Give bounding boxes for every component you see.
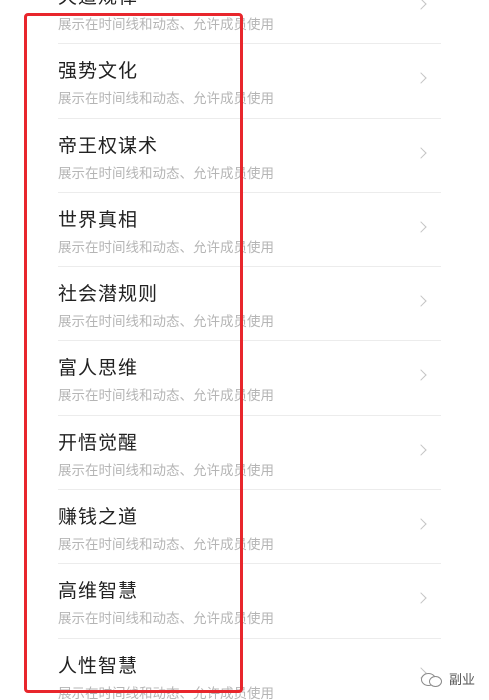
item-subtitle: 展示在时间线和动态、允许成员使用: [58, 611, 274, 628]
list-item[interactable]: 世界真相 展示在时间线和动态、允许成员使用: [0, 193, 489, 268]
topic-list-screen: 天道规律 展示在时间线和动态、允许成员使用 强势文化 展示在时间线和动态、允许成…: [0, 0, 489, 700]
watermark-text: 副业: [448, 673, 475, 688]
list-item[interactable]: 赚钱之道 展示在时间线和动态、允许成员使用: [0, 490, 489, 565]
item-subtitle: 展示在时间线和动态、允许成员使用: [58, 239, 274, 256]
item-subtitle: 展示在时间线和动态、允许成员使用: [58, 17, 274, 33]
item-subtitle: 展示在时间线和动态、允许成员使用: [58, 537, 274, 554]
item-subtitle: 展示在时间线和动态、允许成员使用: [58, 685, 274, 700]
list-item[interactable]: 社会潜规则 展示在时间线和动态、允许成员使用: [0, 267, 489, 342]
chevron-right-icon: [415, 146, 427, 159]
item-subtitle: 展示在时间线和动态、允许成员使用: [58, 91, 274, 108]
item-subtitle: 展示在时间线和动态、允许成员使用: [58, 388, 274, 405]
chevron-right-icon: [415, 592, 427, 605]
item-title: 赚钱之道: [58, 506, 139, 529]
list-item[interactable]: 人性智慧 展示在时间线和动态、允许成员使用: [0, 639, 489, 700]
item-title: 开悟觉醒: [58, 431, 139, 454]
list-item[interactable]: 开悟觉醒 展示在时间线和动态、允许成员使用: [0, 416, 489, 491]
wechat-chat-icon: [420, 671, 443, 687]
item-subtitle: 展示在时间线和动态、允许成员使用: [58, 462, 274, 479]
chevron-right-icon: [415, 72, 427, 84]
chevron-right-icon: [415, 221, 427, 233]
item-subtitle: 展示在时间线和动态、允许成员使用: [58, 314, 274, 331]
chevron-right-icon: [415, 518, 427, 530]
item-title: 人性智慧: [58, 654, 139, 677]
item-title: 富人思维: [58, 357, 139, 380]
item-subtitle: 展示在时间线和动态、允许成员使用: [58, 165, 274, 182]
list-item[interactable]: 帝王权谋术 展示在时间线和动态、允许成员使用: [0, 119, 489, 194]
topic-list: 天道规律 展示在时间线和动态、允许成员使用 强势文化 展示在时间线和动态、允许成…: [0, 0, 489, 700]
item-title: 世界真相: [58, 208, 139, 231]
item-title: 帝王权谋术: [58, 134, 159, 157]
list-item[interactable]: 天道规律 展示在时间线和动态、允许成员使用: [0, 0, 489, 45]
list-item[interactable]: 强势文化 展示在时间线和动态、允许成员使用: [0, 44, 489, 119]
chevron-right-icon: [415, 295, 427, 307]
item-title: 强势文化: [58, 60, 139, 83]
list-item[interactable]: 富人思维 展示在时间线和动态、允许成员使用: [0, 341, 489, 417]
chevron-right-icon: [415, 0, 427, 10]
list-item[interactable]: 高维智慧 展示在时间线和动态、允许成员使用: [0, 564, 489, 639]
item-title: 天道规律: [58, 0, 138, 9]
watermark: 副业: [420, 669, 475, 688]
chevron-right-icon: [415, 369, 427, 382]
item-title: 社会潜规则: [58, 283, 159, 306]
item-title: 高维智慧: [58, 580, 139, 603]
chevron-right-icon: [415, 444, 427, 456]
